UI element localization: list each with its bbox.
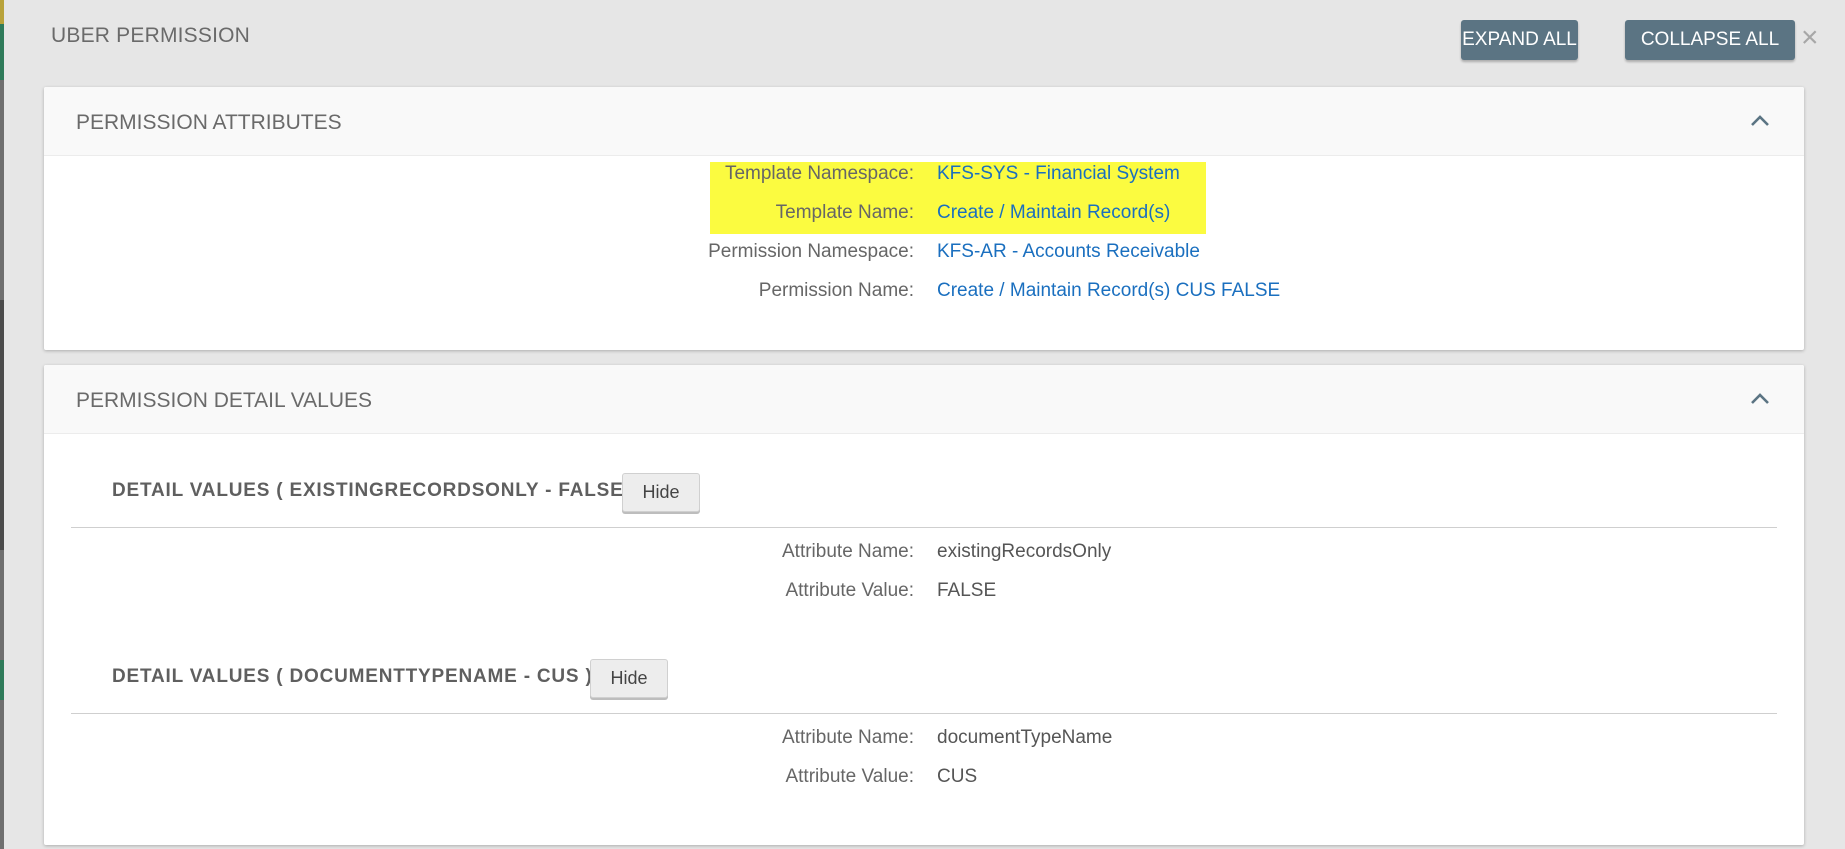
template-name-label: Template Name: bbox=[775, 202, 914, 223]
permission-attributes-panel: PERMISSION ATTRIBUTES Template Namespace… bbox=[44, 87, 1804, 350]
close-icon[interactable]: × bbox=[1801, 18, 1819, 58]
template-namespace-row: Template Namespace: KFS-SYS - Financial … bbox=[44, 159, 1804, 189]
panel-title: PERMISSION ATTRIBUTES bbox=[76, 111, 342, 134]
expand-all-button[interactable]: EXPAND ALL bbox=[1461, 20, 1578, 60]
chevron-up-icon[interactable] bbox=[1748, 387, 1772, 411]
permission-attributes-header[interactable]: PERMISSION ATTRIBUTES bbox=[44, 87, 1804, 156]
attribute-value-value: FALSE bbox=[937, 580, 997, 601]
template-namespace-link[interactable]: KFS-SYS - Financial System bbox=[937, 163, 1180, 185]
attribute-name-row: Attribute Name: existingRecordsOnly bbox=[44, 537, 1804, 567]
permission-detail-values-header[interactable]: PERMISSION DETAIL VALUES bbox=[44, 365, 1804, 434]
attribute-value-row: Attribute Value: FALSE bbox=[44, 576, 1804, 606]
permission-name-link[interactable]: Create / Maintain Record(s) CUS FALSE bbox=[937, 280, 1280, 302]
hide-button[interactable]: Hide bbox=[622, 473, 700, 512]
permission-namespace-link[interactable]: KFS-AR - Accounts Receivable bbox=[937, 241, 1200, 263]
detail-values-heading: DETAIL VALUES ( DOCUMENTTYPENAME - CUS ) bbox=[112, 666, 593, 687]
permission-detail-values-panel: PERMISSION DETAIL VALUES DETAIL VALUES (… bbox=[44, 365, 1804, 845]
attribute-value-label: Attribute Value: bbox=[785, 766, 914, 787]
template-name-link[interactable]: Create / Maintain Record(s) bbox=[937, 202, 1170, 224]
background-app-edge bbox=[0, 0, 4, 849]
detail-values-heading: DETAIL VALUES ( EXISTINGRECORDSONLY - FA… bbox=[112, 480, 637, 501]
panel-title: PERMISSION DETAIL VALUES bbox=[76, 389, 373, 412]
attribute-name-label: Attribute Name: bbox=[782, 727, 914, 748]
hide-button[interactable]: Hide bbox=[590, 659, 668, 698]
attribute-value-row: Attribute Value: CUS bbox=[44, 762, 1804, 792]
attribute-name-value: existingRecordsOnly bbox=[937, 541, 1112, 562]
attribute-name-value: documentTypeName bbox=[937, 727, 1113, 748]
attribute-name-label: Attribute Name: bbox=[782, 541, 914, 562]
attribute-value-label: Attribute Value: bbox=[785, 580, 914, 601]
attribute-name-row: Attribute Name: documentTypeName bbox=[44, 723, 1804, 753]
divider bbox=[71, 713, 1777, 714]
attribute-value-value: CUS bbox=[937, 766, 978, 787]
template-namespace-label: Template Namespace: bbox=[724, 163, 914, 184]
chevron-up-icon[interactable] bbox=[1748, 109, 1772, 133]
permission-namespace-row: Permission Namespace: KFS-AR - Accounts … bbox=[44, 237, 1804, 267]
divider bbox=[71, 527, 1777, 528]
permission-name-label: Permission Name: bbox=[758, 280, 914, 301]
collapse-all-button[interactable]: COLLAPSE ALL bbox=[1625, 20, 1795, 60]
modal-title: UBER PERMISSION bbox=[51, 24, 251, 47]
permission-namespace-label: Permission Namespace: bbox=[708, 241, 914, 262]
template-name-row: Template Name: Create / Maintain Record(… bbox=[44, 198, 1804, 228]
permission-name-row: Permission Name: Create / Maintain Recor… bbox=[44, 276, 1804, 306]
